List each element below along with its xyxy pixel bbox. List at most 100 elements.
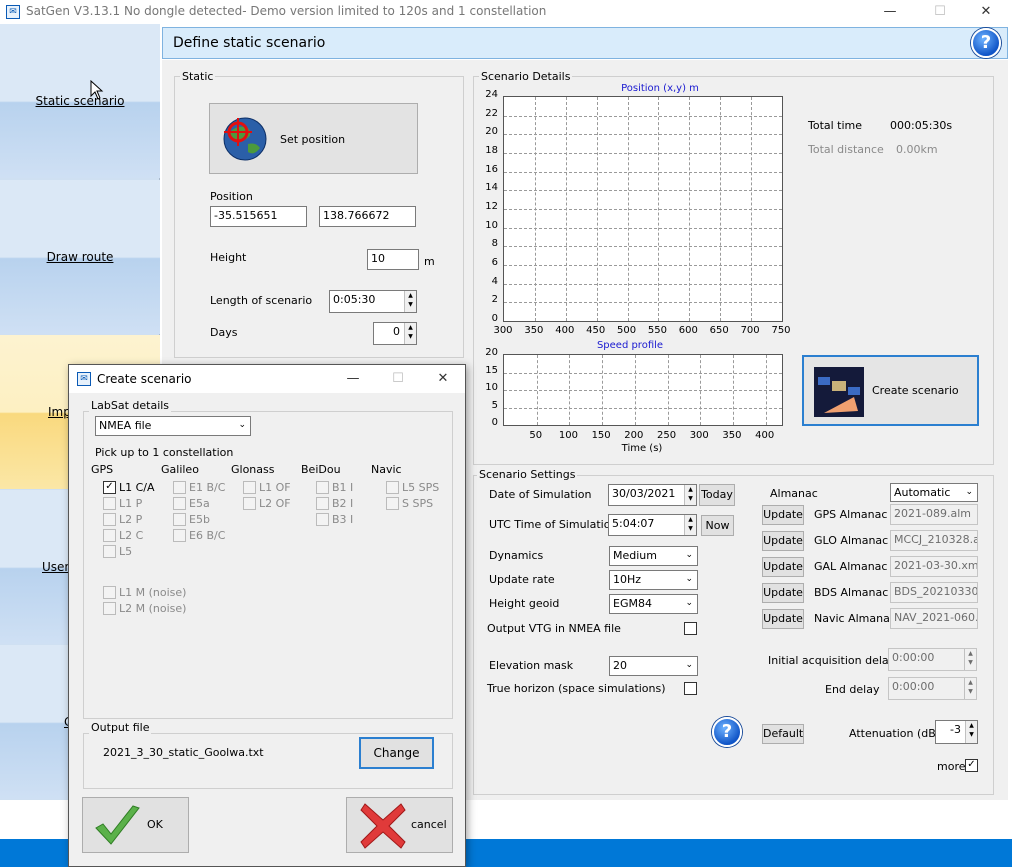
glonass-l1of-checkbox[interactable] xyxy=(243,481,256,494)
speed-chart-y-axis: 0 5 10 15 20 xyxy=(482,347,500,428)
l1m-noise-checkbox[interactable] xyxy=(103,586,116,599)
update-bds-button[interactable]: Update xyxy=(762,583,804,603)
bds-almanac-field[interactable]: BDS_20210330.a xyxy=(890,582,978,603)
end-delay-spinner[interactable]: ▲ ▼ xyxy=(964,678,976,699)
length-field[interactable]: 0:05:30 ▲ ▼ xyxy=(329,290,417,313)
beidou-b2i-checkbox[interactable] xyxy=(316,497,329,510)
length-spinner[interactable]: ▲ ▼ xyxy=(404,291,416,312)
gps-l1ca-checkbox[interactable]: ✓ xyxy=(103,481,116,494)
sidebar-item-draw-route[interactable]: Draw route xyxy=(0,180,160,334)
chart-gridline xyxy=(569,355,571,425)
end-delay-field[interactable]: 0:00:00 ▲ ▼ xyxy=(888,677,977,700)
today-button[interactable]: Today xyxy=(699,484,735,506)
ok-label: OK xyxy=(147,818,163,831)
galileo-e6bc-label: E6 B/C xyxy=(189,529,226,542)
gps-l2p-checkbox[interactable] xyxy=(103,513,116,526)
position-chart-title: Position (x,y) m xyxy=(621,83,699,94)
l2m-noise-checkbox[interactable] xyxy=(103,602,116,615)
update-navic-button[interactable]: Update xyxy=(762,609,804,629)
chart-gridline xyxy=(504,372,782,374)
beidou-b3i-checkbox[interactable] xyxy=(316,513,329,526)
globe-target-icon xyxy=(223,117,267,161)
height-field[interactable]: 10 xyxy=(367,249,419,270)
cancel-button[interactable]: cancel xyxy=(346,797,453,853)
date-field[interactable]: 30/03/2021 ▲ ▼ xyxy=(608,484,697,506)
speed-chart-xlabel: Time (s) xyxy=(621,443,663,454)
length-value: 0:05:30 xyxy=(333,293,376,306)
now-button[interactable]: Now xyxy=(701,515,734,536)
close-button[interactable]: ✕ xyxy=(972,2,1000,22)
y-tick-label: 0 xyxy=(491,417,498,428)
update-rate-value: 10Hz xyxy=(613,573,642,586)
set-position-button[interactable]: Set position xyxy=(209,103,418,174)
change-button[interactable]: Change xyxy=(359,737,434,769)
gps-l5-checkbox[interactable] xyxy=(103,545,116,558)
navic-ssps-label: S SPS xyxy=(402,497,434,510)
maximize-button[interactable]: ☐ xyxy=(926,2,954,22)
glonass-l1of-label: L1 OF xyxy=(259,481,291,494)
navic-almanac-field[interactable]: NAV_2021-060.a xyxy=(890,608,978,629)
attenuation-spinner[interactable]: ▲ ▼ xyxy=(965,721,977,743)
beidou-b1i-checkbox[interactable] xyxy=(316,481,329,494)
create-scenario-button[interactable]: Create scenario xyxy=(802,355,979,426)
utc-spinner[interactable]: ▲ ▼ xyxy=(684,515,696,535)
utc-field[interactable]: 5:04:07 ▲ ▼ xyxy=(608,514,697,536)
end-delay-value: 0:00:00 xyxy=(892,680,935,693)
update-glo-button[interactable]: Update xyxy=(762,531,804,551)
days-spinner[interactable]: ▲ ▼ xyxy=(404,323,416,344)
sidebar-item-label: Draw route xyxy=(46,250,114,264)
dialog-title: Create scenario xyxy=(97,372,192,386)
x-tick-label: 550 xyxy=(647,325,667,336)
galileo-e5b-checkbox[interactable] xyxy=(173,513,186,526)
vtg-checkbox[interactable] xyxy=(684,622,697,635)
labsat-details-label: LabSat details xyxy=(89,399,172,412)
y-tick-label: 10 xyxy=(485,219,498,231)
attenuation-field[interactable]: -3 ▲ ▼ xyxy=(935,720,978,744)
ok-button[interactable]: OK xyxy=(82,797,189,853)
glonass-column-label: Glonass xyxy=(231,463,275,476)
chevron-down-icon: ⌄ xyxy=(685,660,693,670)
gps-l1p-checkbox[interactable] xyxy=(103,497,116,510)
navic-ssps-checkbox[interactable] xyxy=(386,497,399,510)
beidou-b3i-label: B3 I xyxy=(332,513,354,526)
galileo-e5a-checkbox[interactable] xyxy=(173,497,186,510)
sidebar-item-static-scenario[interactable]: Static scenario xyxy=(0,24,160,178)
minimize-button[interactable]: — xyxy=(876,2,904,22)
x-tick-label: 300 xyxy=(689,430,709,441)
dialog-maximize-button[interactable]: ☐ xyxy=(384,369,412,389)
gps-l2c-checkbox[interactable] xyxy=(103,529,116,542)
initial-delay-label: Initial acquisition delay xyxy=(768,654,896,667)
days-field[interactable]: 0 ▲ ▼ xyxy=(373,322,417,345)
default-button[interactable]: Default xyxy=(762,724,804,744)
latitude-field[interactable]: -35.515651 xyxy=(210,206,307,227)
galileo-e1bc-checkbox[interactable] xyxy=(173,481,186,494)
chevron-down-icon: ⌄ xyxy=(238,420,246,430)
galileo-e6bc-checkbox[interactable] xyxy=(173,529,186,542)
almanac-select[interactable]: Automatic ⌄ xyxy=(890,483,978,502)
update-gps-button[interactable]: Update xyxy=(762,505,804,525)
elevation-select[interactable]: 20 ⌄ xyxy=(609,656,698,676)
true-horizon-checkbox[interactable] xyxy=(684,682,697,695)
labsat-format-select[interactable]: NMEA file ⌄ xyxy=(95,416,251,436)
chart-gridline xyxy=(689,97,691,321)
dynamics-select[interactable]: Medium ⌄ xyxy=(609,546,698,566)
dialog-minimize-button[interactable]: — xyxy=(339,369,367,389)
initial-delay-field[interactable]: 0:00:00 ▲ ▼ xyxy=(888,648,977,671)
true-horizon-label: True horizon (space simulations) xyxy=(487,682,666,695)
chart-gridline xyxy=(732,355,734,425)
dialog-close-button[interactable]: ✕ xyxy=(429,369,457,389)
initial-delay-spinner[interactable]: ▲ ▼ xyxy=(964,649,976,670)
glonass-l2of-checkbox[interactable] xyxy=(243,497,256,510)
update-rate-select[interactable]: 10Hz ⌄ xyxy=(609,570,698,590)
gal-almanac-field[interactable]: 2021-03-30.xml xyxy=(890,556,978,577)
date-spinner[interactable]: ▲ ▼ xyxy=(684,485,696,505)
gps-almanac-field[interactable]: 2021-089.alm xyxy=(890,504,978,525)
height-geoid-select[interactable]: EGM84 ⌄ xyxy=(609,594,698,614)
help-icon[interactable]: ? xyxy=(971,28,1001,58)
navic-l5sps-checkbox[interactable] xyxy=(386,481,399,494)
more-checkbox[interactable]: ✓ xyxy=(965,759,978,772)
settings-help-icon[interactable]: ? xyxy=(712,717,742,747)
longitude-field[interactable]: 138.766672 xyxy=(319,206,416,227)
update-gal-button[interactable]: Update xyxy=(762,557,804,577)
glo-almanac-field[interactable]: MCCJ_210328.ag xyxy=(890,530,978,551)
